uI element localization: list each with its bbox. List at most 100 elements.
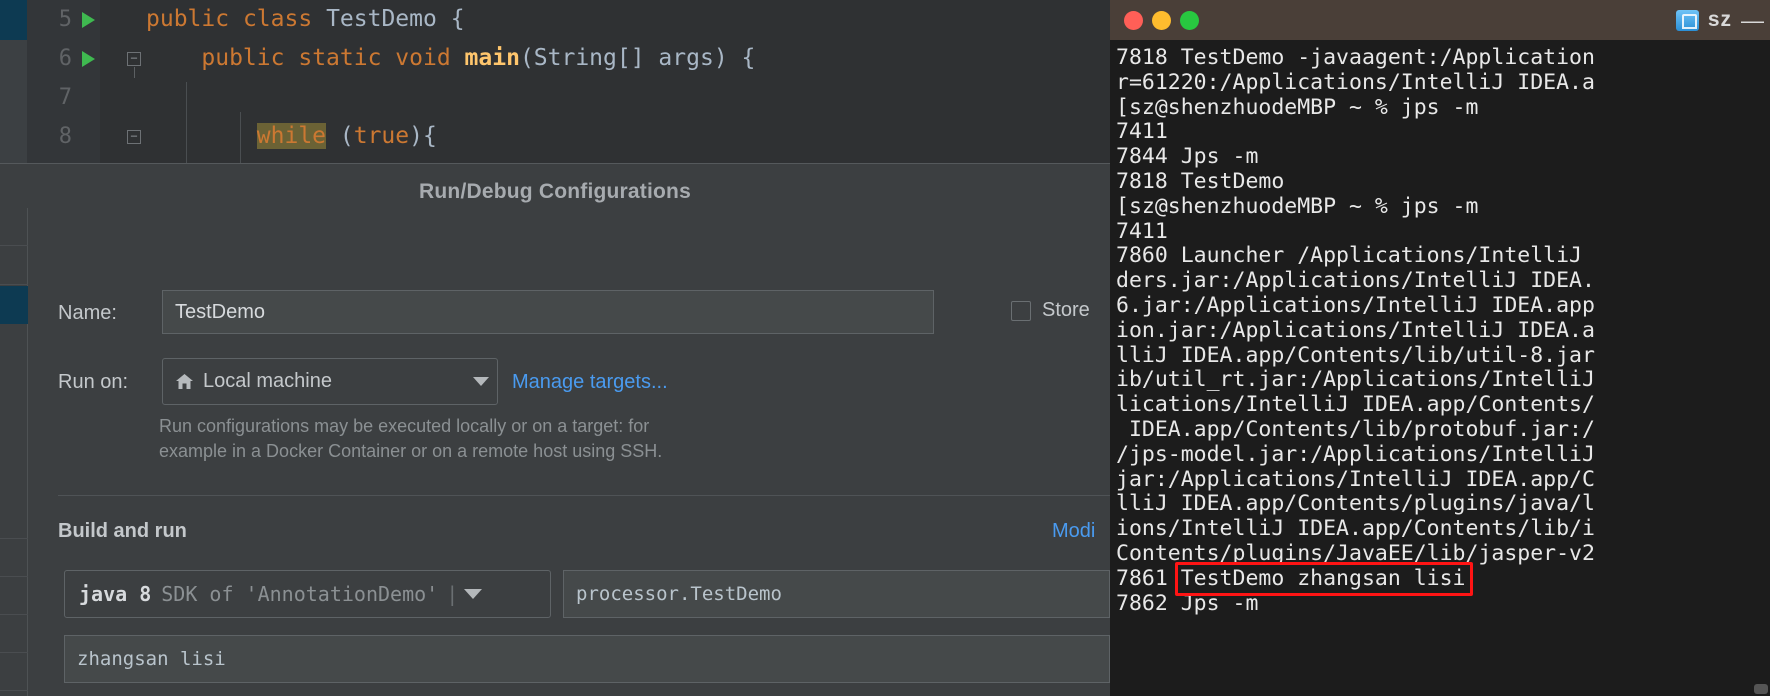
run-on-hint-line1: Run configurations may be executed local… [159, 416, 650, 436]
close-icon[interactable] [1124, 10, 1143, 30]
terminal-line: ders.jar:/Applications/IntelliJ IDEA. [1116, 268, 1595, 294]
code-token: public [201, 45, 285, 71]
screen-root: 5 6 7 8 − − public class TestDemo { publ… [0, 0, 1770, 696]
sidebar-row[interactable] [0, 615, 28, 653]
store-checkbox-label: Store [1042, 299, 1090, 321]
line-number: 8 [58, 124, 72, 149]
run-arrow-icon[interactable] [82, 51, 95, 67]
store-checkbox-row[interactable]: Store [1011, 299, 1090, 322]
home-icon [175, 373, 194, 390]
code-text-area[interactable]: public class TestDemo { public static vo… [100, 0, 1110, 163]
dialog-content: Name: TestDemo Store Run on: Local machi… [29, 208, 1110, 696]
sdk-separator: | [446, 582, 459, 606]
terminal-line: 7861 TestDemo zhangsan lisi [1116, 565, 1466, 591]
terminal-output[interactable]: 7818 TestDemo -javaagent:/Application r=6… [1110, 40, 1770, 696]
line-number: 5 [58, 7, 72, 32]
sidebar-row[interactable] [0, 208, 28, 246]
terminal-line: Contents/plugins/JavaEE/lib/jasper-v2 [1116, 540, 1595, 566]
sdk-sub-label: SDK of 'AnnotationDemo' [161, 582, 439, 606]
terminal-line: 7411 [1116, 218, 1168, 244]
code-token: ( [519, 45, 534, 71]
terminal-scrollbar[interactable] [1754, 684, 1768, 694]
manage-targets-link[interactable]: Manage targets... [512, 371, 668, 394]
code-token: public [146, 6, 230, 32]
terminal-line: 7818 TestDemo -javaagent:/Application [1116, 45, 1595, 70]
sidebar-row[interactable] [0, 653, 28, 691]
terminal-line: ion.jar:/Applications/IntelliJ IDEA.a [1116, 317, 1595, 343]
code-line: public class TestDemo { [146, 0, 465, 39]
sidebar-row[interactable] [0, 577, 28, 615]
terminal-line: 7860 Launcher /Applications/IntelliJ [1116, 243, 1582, 269]
line-number: 6 [58, 46, 72, 71]
run-debug-configurations-dialog: Run/Debug Configurations Name: TestDemo … [0, 163, 1110, 696]
run-on-combobox[interactable]: Local machine [162, 358, 498, 405]
editor-marker [0, 0, 27, 40]
code-line: while (true){ [146, 117, 437, 156]
build-and-run-title: Build and run [58, 520, 187, 542]
terminal-line: r=61220:/Applications/IntelliJ IDEA.a [1116, 69, 1595, 95]
dialog-sidebar [0, 208, 28, 696]
code-token: class [242, 6, 313, 32]
code-token: while [256, 123, 327, 149]
dialog-title: Run/Debug Configurations [419, 180, 691, 203]
run-arrow-icon[interactable] [82, 12, 95, 28]
terminal-title: sz [1707, 8, 1732, 31]
modify-options-link[interactable]: Modi [1052, 520, 1095, 543]
sidebar-row[interactable] [0, 325, 28, 363]
terminal-titlebar[interactable]: sz — [1110, 0, 1770, 40]
terminal-line: 7844 Jps -m [1116, 144, 1259, 170]
sdk-main-label: java 8 [79, 582, 152, 606]
sidebar-row[interactable] [0, 463, 28, 501]
code-editor: 5 6 7 8 − − public class TestDemo { publ… [0, 0, 1110, 163]
terminal-window: sz — 7818 TestDemo -javaagent:/Applicati… [1110, 0, 1770, 696]
main-class-input[interactable]: processor.TestDemo [563, 570, 1110, 618]
sidebar-row[interactable] [0, 247, 28, 285]
terminal-line: lliJ IDEA.app/Contents/lib/util-8.jar [1116, 342, 1595, 368]
store-checkbox[interactable] [1011, 300, 1031, 321]
code-token: ( [326, 123, 354, 149]
run-on-value: Local machine [203, 370, 332, 392]
code-token: true [353, 123, 410, 149]
code-token: ){ [409, 123, 437, 149]
terminal-line: lliJ IDEA.app/Contents/plugins/java/l [1116, 491, 1595, 517]
code-token: static [298, 45, 382, 71]
name-input[interactable]: TestDemo [162, 290, 934, 334]
sidebar-row[interactable] [0, 501, 28, 539]
minimize-icon[interactable] [1152, 10, 1171, 30]
terminal-title-group: sz — [1675, 0, 1770, 40]
code-token: ) { [713, 45, 756, 71]
sidebar-row[interactable] [0, 539, 28, 577]
terminal-line: lications/IntelliJ IDEA.app/Contents/ [1116, 392, 1595, 418]
terminal-line: 7862 Jps -m [1116, 590, 1259, 616]
sidebar-row-selected[interactable] [0, 286, 28, 324]
code-line: public static void main(String[] args) { [146, 39, 755, 78]
name-label: Name: [58, 302, 117, 324]
run-on-label: Run on: [58, 371, 129, 393]
code-token: main [464, 45, 520, 71]
terminal-line: IDEA.app/Contents/lib/protobuf.jar:/ [1116, 416, 1595, 442]
terminal-line: 7411 [1116, 119, 1168, 145]
code-token: String[] args [533, 45, 714, 71]
maximize-icon[interactable] [1180, 10, 1199, 30]
run-on-hint-line2: example in a Docker Container or on a re… [159, 441, 663, 461]
chevron-down-icon[interactable] [464, 589, 483, 599]
terminal-title-dash: — [1741, 6, 1764, 33]
terminal-line: 7818 TestDemo [1116, 168, 1285, 194]
chevron-down-icon[interactable] [473, 377, 489, 386]
terminal-line: [sz@shenzhuodeMBP ~ % jps -m [1116, 94, 1479, 120]
program-arguments-input[interactable]: zhangsan lisi [64, 635, 1110, 683]
terminal-line: jar:/Applications/IntelliJ IDEA.app/C [1116, 466, 1595, 492]
editor-left-stripe [0, 0, 27, 163]
code-token: void [395, 45, 451, 71]
line-number: 7 [58, 85, 72, 110]
jre-sdk-combobox[interactable]: java 8 SDK of 'AnnotationDemo' | [64, 570, 551, 618]
terminal-line: 6.jar:/Applications/IntelliJ IDEA.app [1116, 292, 1595, 318]
code-token: TestDemo [326, 6, 437, 32]
